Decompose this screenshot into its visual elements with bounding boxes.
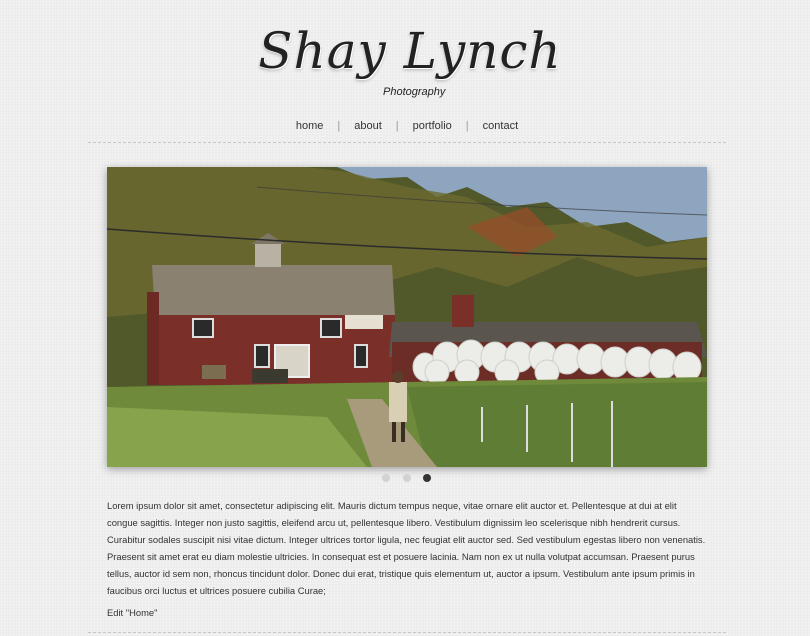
site-logo[interactable]: Shay Lynch Photography — [255, 18, 565, 108]
barn-photo — [107, 167, 707, 467]
nav-contact-link[interactable]: contact — [469, 120, 532, 132]
footer-divider — [88, 632, 726, 633]
slide-dot[interactable] — [403, 474, 411, 482]
main-nav: home | about | portfolio | contact — [88, 120, 726, 142]
content-paragraph: Lorem ipsum dolor sit amet, consectetur … — [107, 500, 706, 596]
nav-about-link[interactable]: about — [340, 120, 396, 132]
logo-tagline: Photography — [383, 86, 446, 98]
logo-name: Shay Lynch — [258, 22, 562, 80]
slideshow-image[interactable] — [107, 167, 707, 467]
slider-pagination — [380, 474, 440, 484]
nav-portfolio-link[interactable]: portfolio — [399, 120, 466, 132]
nav-home-link[interactable]: home — [282, 120, 338, 132]
nav-divider — [88, 142, 726, 143]
edit-home-link[interactable]: Edit "Home" — [107, 607, 157, 618]
slide-dot[interactable] — [382, 474, 390, 482]
slide-dot-active[interactable] — [423, 474, 431, 482]
